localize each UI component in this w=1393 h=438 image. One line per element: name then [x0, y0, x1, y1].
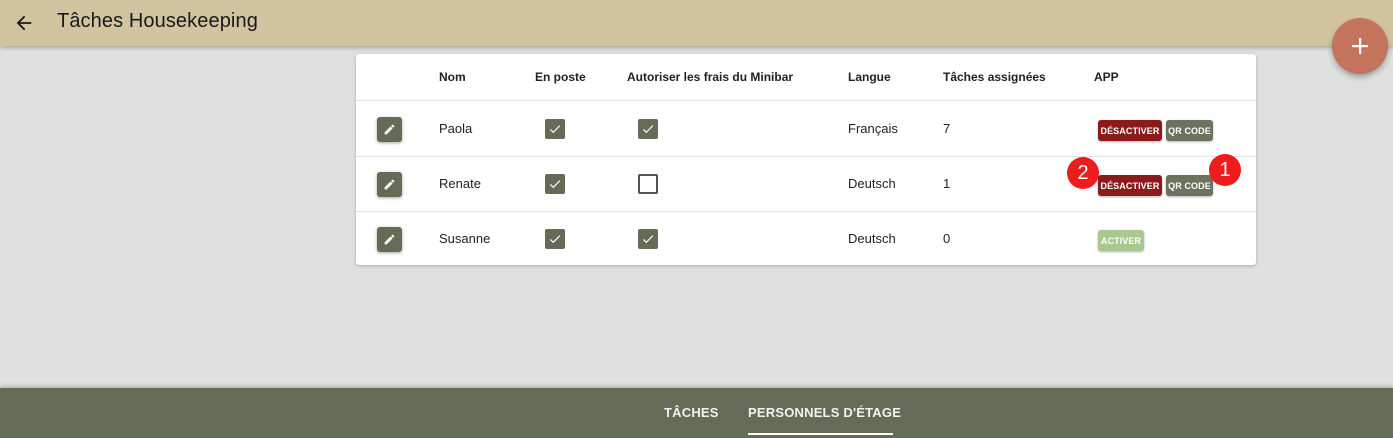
minibar-checkbox[interactable] [638, 174, 658, 194]
column-header-minibar: Autoriser les frais du Minibar [627, 70, 794, 84]
annotation-badge-1: 1 [1209, 154, 1241, 186]
bottom-navigation: TÂCHES PERSONNELS D'ÉTAGE [0, 388, 1393, 438]
column-header-assigned-tasks: Tâches assignées [943, 70, 1046, 84]
qr-code-button[interactable]: QR CODE [1166, 175, 1213, 196]
minibar-checkbox[interactable] [638, 229, 658, 249]
deactivate-button[interactable]: DÉSACTIVER [1098, 175, 1162, 196]
staff-table: Nom En poste Autoriser les frais du Mini… [356, 54, 1256, 265]
pencil-icon [384, 179, 395, 190]
on-duty-checkbox[interactable] [545, 174, 565, 194]
table-row: Renate Deutsch 1 DÉSACTIVER QR CODE [356, 156, 1256, 212]
pencil-icon [384, 124, 395, 135]
language: Deutsch [848, 176, 896, 191]
on-duty-checkbox[interactable] [545, 229, 565, 249]
arrow-left-icon [16, 15, 32, 31]
edit-button[interactable] [377, 227, 402, 252]
column-header-language: Langue [848, 70, 891, 84]
column-header-name: Nom [439, 70, 466, 84]
page-title: Tâches Housekeeping [57, 10, 258, 32]
minibar-checkbox[interactable] [638, 119, 658, 139]
deactivate-button[interactable]: DÉSACTIVER [1098, 120, 1162, 141]
tab-floor-staff[interactable]: PERSONNELS D'ÉTAGE [748, 405, 901, 420]
staff-name: Susanne [439, 231, 491, 246]
staff-name: Renate [439, 176, 481, 191]
on-duty-checkbox[interactable] [545, 119, 565, 139]
edit-button[interactable] [377, 172, 402, 197]
language: Français [848, 121, 898, 136]
annotation-badge-2: 2 [1067, 157, 1099, 189]
active-tab-indicator [748, 433, 893, 435]
plus-icon [1352, 38, 1368, 54]
column-header-app: APP [1094, 70, 1119, 84]
table-row: Susanne Deutsch 0 ACTIVER [356, 211, 1256, 266]
activate-button[interactable]: ACTIVER [1098, 230, 1144, 251]
check-icon [642, 235, 654, 244]
staff-name: Paola [439, 121, 473, 136]
qr-code-button[interactable]: QR CODE [1166, 120, 1213, 141]
check-icon [549, 125, 561, 134]
tab-tasks[interactable]: TÂCHES [664, 405, 719, 420]
assigned-tasks-count: 7 [943, 121, 951, 136]
top-app-bar: Tâches Housekeeping [0, 0, 1393, 46]
column-header-on-duty: En poste [535, 70, 586, 84]
back-button[interactable] [10, 9, 38, 37]
add-button[interactable] [1332, 18, 1388, 74]
check-icon [549, 180, 561, 189]
edit-button[interactable] [377, 117, 402, 142]
table-row: Paola Français 7 DÉSACTIVER QR CODE [356, 101, 1256, 157]
table-header: Nom En poste Autoriser les frais du Mini… [356, 54, 1256, 101]
check-icon [549, 235, 561, 244]
assigned-tasks-count: 1 [943, 176, 951, 191]
check-icon [642, 125, 654, 134]
language: Deutsch [848, 231, 896, 246]
pencil-icon [384, 234, 395, 245]
assigned-tasks-count: 0 [943, 231, 951, 246]
